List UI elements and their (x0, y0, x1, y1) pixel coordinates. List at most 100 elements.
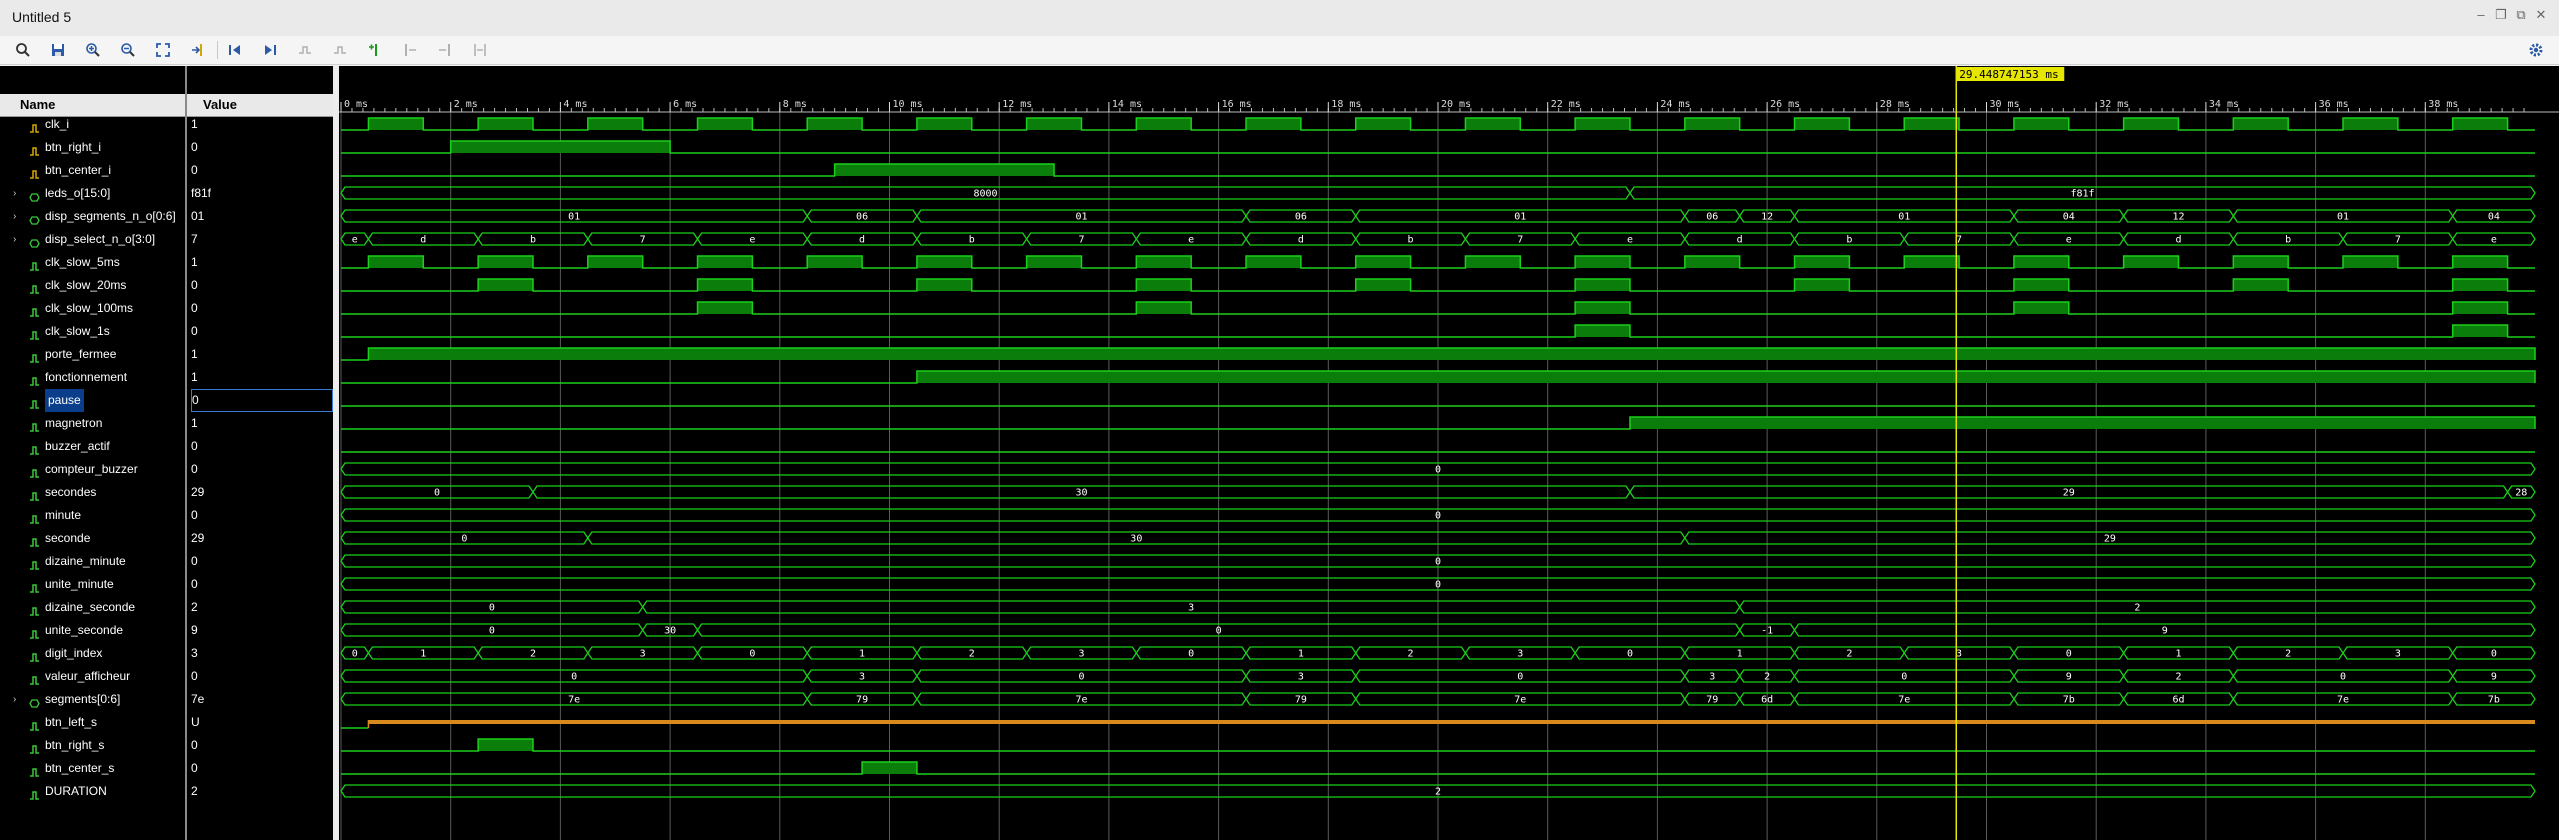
bus-value-label: 79 (1295, 695, 1307, 706)
previous-transition-icon[interactable] (294, 39, 316, 61)
signal-row-disp-segments-n-o-0-6[interactable]: › disp_segments_n_o[0:6] (0, 205, 185, 228)
input-signal-icon (29, 119, 40, 133)
signal-row-dizaine-seconde[interactable]: dizaine_seconde (0, 596, 185, 619)
next-transition-icon[interactable] (329, 39, 351, 61)
previous-marker-icon[interactable] (399, 39, 421, 61)
signal-row-clk-slow-20ms[interactable]: clk_slow_20ms (0, 274, 185, 297)
bus-value-label: 7e (1514, 695, 1526, 706)
waveform-canvas[interactable]: 0 ms 2 ms 4 ms 6 ms 8 ms 10 ms 12 ms 14 ms 16 ms… (339, 66, 2559, 840)
signal-row-clk-slow-5ms[interactable]: clk_slow_5ms (0, 251, 185, 274)
signal-row-clk-slow-100ms[interactable]: clk_slow_100ms (0, 297, 185, 320)
expand-icon[interactable]: › (13, 205, 16, 228)
pulse-fill (697, 118, 753, 130)
signal-row-disp-select-n-o-3-0[interactable]: › disp_select_n_o[3:0] (0, 228, 185, 251)
signal-row-btn-center-i[interactable]: btn_center_i (0, 159, 185, 182)
bus-value-label: 9 (2066, 672, 2072, 683)
timeline-label: 12 ms (1002, 99, 1032, 110)
bus-value-label: 30 (1130, 534, 1142, 545)
go-to-last-icon[interactable] (259, 39, 281, 61)
signal-name: clk_slow_20ms (45, 278, 127, 292)
expand-icon[interactable]: › (13, 228, 16, 251)
add-marker-icon[interactable] (364, 39, 386, 61)
timeline-label: 22 ms (1551, 99, 1581, 110)
pulse-fill (2452, 118, 2508, 130)
signal-row-minute[interactable]: minute (0, 504, 185, 527)
signal-row-magnetron[interactable]: magnetron (0, 412, 185, 435)
next-marker-icon[interactable] (434, 39, 456, 61)
signal-row-btn-center-s[interactable]: btn_center_s (0, 757, 185, 780)
pulse-fill (587, 256, 643, 268)
signal-row-pause[interactable]: pause (0, 389, 185, 412)
bus-value-label: 0 (1216, 626, 1222, 637)
signal-value: 0 (191, 508, 198, 522)
bus-value-label: e (1188, 235, 1194, 246)
signal-row-unite-seconde[interactable]: unite_seconde (0, 619, 185, 642)
signal-row-unite-minute[interactable]: unite_minute (0, 573, 185, 596)
pulse-fill (1575, 256, 1630, 268)
float-icon[interactable]: ⧉ (2514, 8, 2528, 22)
signal-row-duration[interactable]: DURATION (0, 780, 185, 803)
zoom-out-icon[interactable] (117, 39, 139, 61)
save-icon[interactable] (47, 39, 69, 61)
signal-icon (29, 395, 40, 409)
bus-value-label: 0 (1435, 511, 1441, 522)
timeline-label: 4 ms (563, 99, 587, 110)
signal-row-leds-o-15-0[interactable]: › leds_o[15:0] (0, 182, 185, 205)
signal-row-btn-right-s[interactable]: btn_right_s (0, 734, 185, 757)
bus-value-label: 0 (1435, 557, 1441, 568)
signal-name: DURATION (45, 784, 107, 798)
pulse-fill (2343, 256, 2398, 268)
signal-name: porte_fermee (45, 347, 117, 361)
bus-value-label: 30 (1075, 488, 1087, 499)
restore-icon[interactable]: ❐ (2494, 8, 2508, 22)
timeline-label: 6 ms (673, 99, 697, 110)
pulse-fill (834, 164, 1055, 176)
signal-row-compteur-buzzer[interactable]: compteur_buzzer (0, 458, 185, 481)
signal-value: 0 (191, 462, 198, 476)
timeline-label: 38 ms (2428, 99, 2458, 110)
bus-value-label: e (352, 235, 358, 246)
pulse-fill (1904, 256, 1960, 268)
signal-row-btn-left-s[interactable]: btn_left_s (0, 711, 185, 734)
bus-value-label: 6d (2172, 695, 2184, 706)
signal-row-segments-0-6[interactable]: › segments[0:6] (0, 688, 185, 711)
signal-row-porte-fermee[interactable]: porte_fermee (0, 343, 185, 366)
signal-icon (29, 280, 40, 294)
expand-icon[interactable]: › (13, 182, 16, 205)
signal-value-pane: Value 1 0 0 f81f 01 7 1 0 0 0 1 1 0 1 0 0 29 0 29 0 0 2 9 3 0 7e U… (185, 66, 335, 840)
zoom-fit-icon[interactable] (152, 39, 174, 61)
settings-icon[interactable] (2525, 39, 2547, 61)
pulse-fill (697, 302, 753, 314)
pulse-fill (1904, 118, 1960, 130)
pulse-fill (2452, 302, 2508, 314)
swap-cursors-icon[interactable] (469, 39, 491, 61)
close-icon[interactable]: ✕ (2534, 8, 2548, 22)
signal-row-seconde[interactable]: seconde (0, 527, 185, 550)
bus-value-label: 7 (640, 235, 646, 246)
signal-row-valeur-afficheur[interactable]: valeur_afficheur (0, 665, 185, 688)
go-to-cursor-icon[interactable] (187, 39, 209, 61)
wave-porte-fermee[interactable] (341, 347, 2536, 361)
signal-row-clk-i[interactable]: clk_i (0, 113, 185, 136)
minimize-icon[interactable]: – (2474, 8, 2488, 22)
bus-value-label: 01 (1898, 212, 1910, 223)
expand-icon[interactable]: › (13, 688, 16, 711)
signal-row-digit-index[interactable]: digit_index (0, 642, 185, 665)
pulse-fill (1794, 256, 1850, 268)
bus-value-label: 3 (1078, 649, 1084, 660)
signal-row-dizaine-minute[interactable]: dizaine_minute (0, 550, 185, 573)
cursor-readout: 29.448747153 ms (1959, 68, 2058, 81)
go-to-first-icon[interactable] (224, 39, 246, 61)
signal-row-buzzer-actif[interactable]: buzzer_actif (0, 435, 185, 458)
zoom-in-icon[interactable] (82, 39, 104, 61)
signal-row-clk-slow-1s[interactable]: clk_slow_1s (0, 320, 185, 343)
signal-row-btn-right-i[interactable]: btn_right_i (0, 136, 185, 159)
signal-icon (29, 671, 40, 685)
signal-row-secondes[interactable]: secondes (0, 481, 185, 504)
bus-value-label: 0 (2066, 649, 2072, 660)
signal-row-fonctionnement[interactable]: fonctionnement (0, 366, 185, 389)
bus-value-label: 0 (489, 626, 495, 637)
signal-value: 0 (191, 577, 198, 591)
signal-name: unite_minute (45, 577, 114, 591)
search-icon[interactable] (12, 39, 34, 61)
